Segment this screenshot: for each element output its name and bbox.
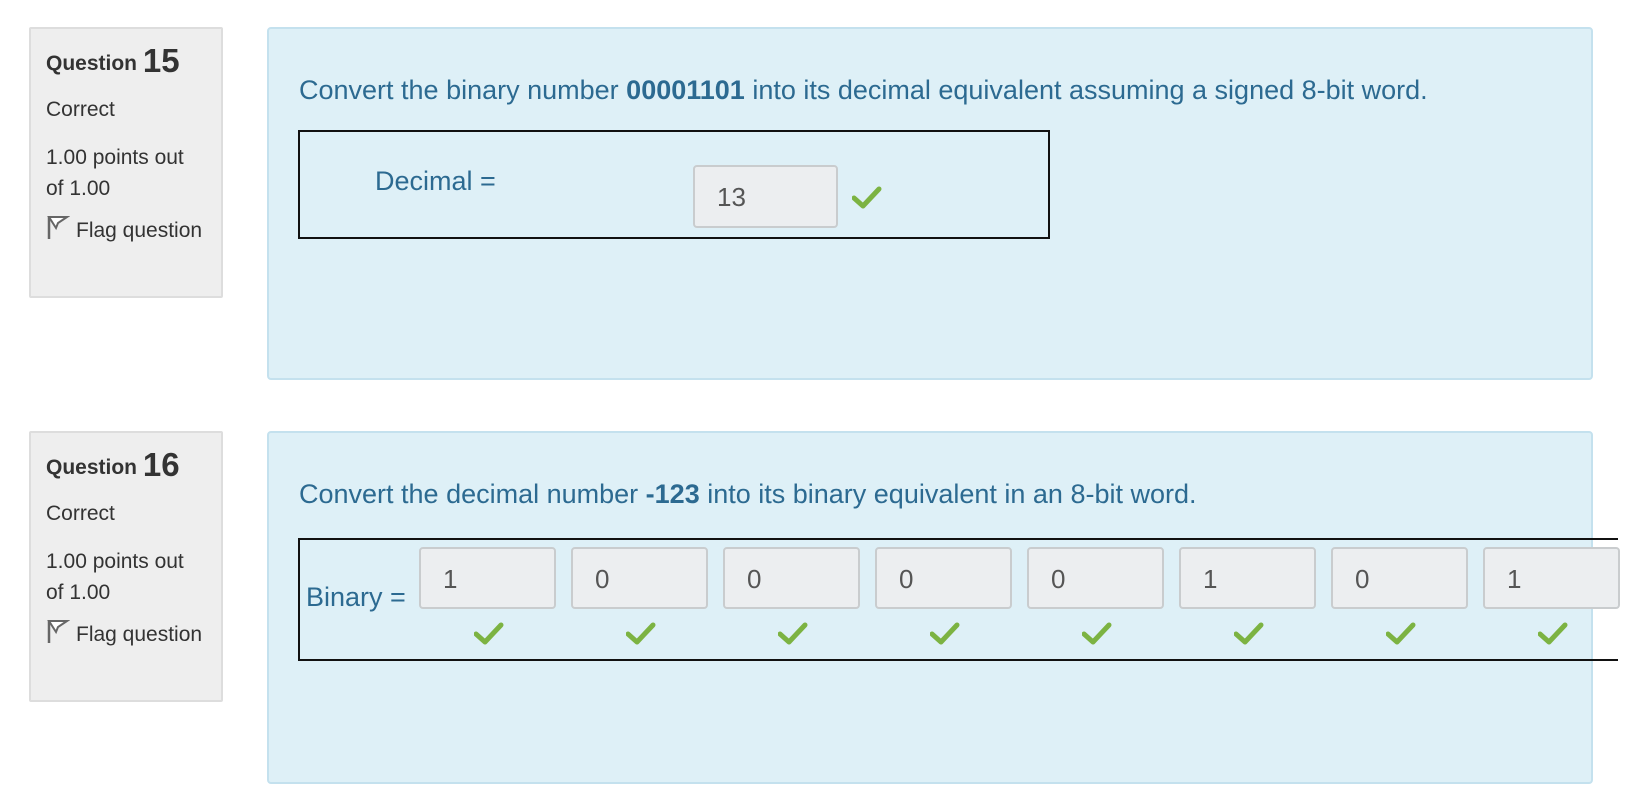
check-icon — [1234, 622, 1264, 645]
question-label: Question — [46, 52, 138, 75]
question-text-value: -123 — [645, 479, 700, 509]
flag-question-link[interactable]: Flag question — [46, 214, 207, 246]
bit-input-7[interactable]: 0 — [1331, 547, 1468, 609]
check-icon — [1386, 622, 1416, 645]
question-content: Convert the decimal number -123 into its… — [267, 431, 1620, 784]
check-icon — [1538, 622, 1568, 645]
answer-box: Binary = 1 0 0 0 0 1 0 1 — [298, 538, 1620, 661]
question-number: Question 16 — [46, 448, 207, 482]
question-grade: 1.00 points out of 1.00 — [46, 550, 184, 604]
check-icon — [626, 622, 656, 645]
bit-input-8[interactable]: 1 — [1483, 547, 1620, 609]
question-info: Question 15 Correct 1.00 points out of 1… — [29, 27, 223, 298]
question-content: Convert the binary number 00001101 into … — [267, 27, 1593, 380]
question-16: Question 16 Correct 1.00 points out of 1… — [0, 404, 1640, 794]
question-info: Question 16 Correct 1.00 points out of 1… — [29, 431, 223, 702]
bit-input-5[interactable]: 0 — [1027, 547, 1164, 609]
question-text-suffix: into its binary equivalent in an 8-bit w… — [699, 479, 1197, 509]
question-text-value: 00001101 — [626, 75, 745, 105]
question-15: Question 15 Correct 1.00 points out of 1… — [0, 0, 1640, 390]
question-grade: 1.00 points out of 1.00 — [46, 146, 184, 200]
flag-icon — [47, 620, 71, 643]
check-icon — [852, 186, 882, 209]
check-icon — [474, 622, 504, 645]
question-label: Question — [46, 456, 138, 479]
binary-label: Binary = — [306, 582, 406, 612]
question-state: Correct — [46, 502, 115, 525]
bit-input-2[interactable]: 0 — [571, 547, 708, 609]
answer-box: Decimal = 13 — [298, 130, 1050, 239]
bit-input-4[interactable]: 0 — [875, 547, 1012, 609]
decimal-answer-input[interactable]: 13 — [693, 165, 838, 228]
check-icon — [930, 622, 960, 645]
check-icon — [1082, 622, 1112, 645]
flag-question-link[interactable]: Flag question — [46, 618, 207, 650]
question-text-prefix: Convert the binary number — [299, 75, 627, 105]
bit-input-6[interactable]: 1 — [1179, 547, 1316, 609]
decimal-label: Decimal = — [375, 166, 496, 196]
question-state: Correct — [46, 98, 115, 121]
question-text: Convert the binary number 00001101 into … — [299, 75, 1428, 106]
question-text-suffix: into its decimal equivalent assuming a s… — [744, 75, 1428, 105]
question-number-value: 16 — [142, 446, 180, 483]
question-number-value: 15 — [142, 42, 180, 79]
bit-input-3[interactable]: 0 — [723, 547, 860, 609]
question-text-prefix: Convert the decimal number — [299, 479, 646, 509]
flag-question-label: Flag question — [76, 623, 203, 646]
question-number: Question 15 — [46, 44, 207, 78]
bit-input-1[interactable]: 1 — [419, 547, 556, 609]
question-text: Convert the decimal number -123 into its… — [299, 479, 1197, 510]
flag-question-label: Flag question — [76, 219, 203, 242]
flag-icon — [47, 216, 71, 239]
check-icon — [778, 622, 808, 645]
